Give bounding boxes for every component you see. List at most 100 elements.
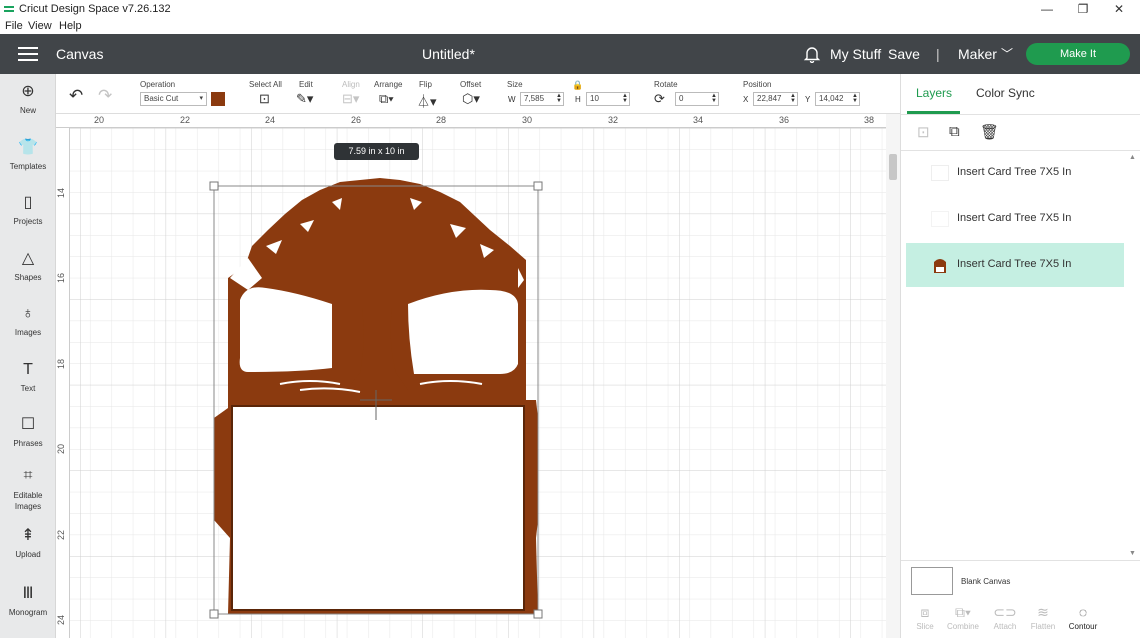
text-icon: T	[23, 361, 33, 378]
redo-icon[interactable]: ↷	[98, 86, 112, 106]
ruler-tick-label: 30	[522, 115, 533, 125]
width-value: 7,585	[524, 94, 545, 103]
slice-button[interactable]: ⧈ Slice	[905, 602, 945, 631]
edit-pen-icon[interactable]: ✎▾	[296, 91, 313, 107]
scroll-up-icon[interactable]: ▲	[1129, 154, 1136, 161]
my-stuff-link[interactable]: My Stuff	[830, 46, 881, 62]
menu-help[interactable]: Help	[59, 20, 82, 32]
sidebar-item-monogram[interactable]: Ⅲ Monogram	[0, 584, 56, 617]
ruler-tick-label: 34	[693, 115, 704, 125]
sidebar-item-text[interactable]: T Text	[0, 360, 56, 393]
stepper-icon[interactable]: ▲ ▼	[711, 93, 717, 104]
document-title: Untitled*	[422, 46, 475, 62]
y-position-input[interactable]: 14,042 ▲ ▼	[815, 92, 860, 106]
arrange-icon[interactable]: ⧉▾	[379, 91, 394, 107]
menu-file[interactable]: File	[5, 20, 23, 32]
select-all-icon[interactable]: ⊡	[259, 91, 270, 107]
sidebar-item-phrases[interactable]: ☐ Phrases	[0, 415, 56, 448]
layers-scrollbar[interactable]: ▲ ▼	[1127, 150, 1139, 560]
select-all-label: Select All	[249, 80, 282, 89]
sidebar-item-label: Upload	[15, 550, 41, 559]
slice-label: Slice	[916, 622, 934, 631]
sidebar-item-new[interactable]: ⊕ New	[0, 82, 56, 115]
ruler-tick-label: 32	[608, 115, 619, 125]
save-button[interactable]: Save	[888, 46, 920, 62]
operation-color-swatch[interactable]	[211, 92, 225, 106]
blank-canvas-swatch[interactable]	[911, 567, 953, 595]
sidebar-item-shapes[interactable]: △ Shapes	[0, 249, 56, 282]
section-title: Canvas	[56, 46, 104, 62]
flip-label: Flip	[419, 80, 432, 89]
restore-button[interactable]: ❐	[1066, 0, 1100, 20]
app-header: Canvas Untitled* My Stuff Save | Maker ﹀…	[0, 34, 1140, 74]
blank-canvas-row[interactable]: Blank Canvas	[901, 560, 1140, 600]
dropdown-arrow-icon: ▾	[199, 95, 203, 102]
duplicate-icon[interactable]: ⧉	[949, 123, 960, 140]
selection-handle[interactable]	[209, 181, 219, 191]
canvas-vertical-scrollbar[interactable]	[886, 114, 900, 638]
layer-item[interactable]: Insert Card Tree 7X5 In	[906, 151, 1124, 195]
sidebar-item-editable-images[interactable]: ⌗ Editable Images	[0, 466, 56, 512]
rotate-value: 0	[679, 94, 684, 103]
slice-icon: ⧈	[920, 604, 930, 620]
edit-toolbar: ↶ ↷ Operation Basic Cut ▾ Select All ⊡ E…	[56, 74, 900, 114]
combine-button[interactable]: ⧉▾ Combine	[943, 602, 983, 631]
layer-item[interactable]: Insert Card Tree 7X5 In	[906, 243, 1124, 287]
height-input[interactable]: 10 ▲ ▼	[586, 92, 630, 106]
width-input[interactable]: 7,585 ▲ ▼	[520, 92, 564, 106]
selection-handle[interactable]	[533, 609, 543, 619]
x-position-input[interactable]: 22,847 ▲ ▼	[753, 92, 798, 106]
lock-icon[interactable]: 🔒	[572, 80, 583, 91]
trash-icon[interactable]: 🗑	[980, 123, 999, 141]
align-icon[interactable]: ⊟▾	[342, 91, 359, 107]
make-it-button[interactable]: Make It	[1026, 43, 1130, 65]
sidebar-item-projects[interactable]: ▯ Projects	[0, 193, 56, 226]
undo-icon[interactable]: ↶	[69, 86, 83, 106]
group-icon[interactable]: ⊡	[917, 123, 930, 141]
stepper-icon[interactable]: ▲ ▼	[790, 93, 796, 104]
left-sidebar: ⊕ New 👕 Templates ▯ Projects △ Shapes ♁ …	[0, 74, 56, 638]
operation-select[interactable]: Basic Cut ▾	[140, 92, 207, 106]
stepper-icon[interactable]: ▲ ▼	[622, 93, 628, 104]
tab-color-sync[interactable]: Color Sync	[976, 86, 1035, 100]
ruler-horizontal: 20 22 24 26 28 30 32 34 36 38	[56, 114, 886, 128]
minimize-button[interactable]: —	[1030, 0, 1064, 20]
contour-button[interactable]: ◌ Contour	[1063, 602, 1103, 631]
tab-layers[interactable]: Layers	[916, 86, 952, 100]
card-insert-window	[231, 405, 525, 611]
offset-label: Offset	[460, 80, 482, 89]
hamburger-menu-icon[interactable]	[18, 47, 38, 61]
window-titlebar: Cricut Design Space v7.26.132 — ❐ ✕	[0, 0, 1140, 20]
rotate-input[interactable]: 0 ▲ ▼	[675, 92, 719, 106]
x-label: X	[743, 95, 749, 104]
layer-thumbnail	[931, 257, 949, 273]
attach-button[interactable]: ⊂⊃ Attach	[985, 602, 1025, 631]
scroll-down-icon[interactable]: ▼	[1129, 550, 1136, 557]
y-label: Y	[805, 95, 811, 104]
close-button[interactable]: ✕	[1102, 0, 1136, 20]
edit-label: Edit	[299, 80, 313, 89]
menu-view[interactable]: View	[28, 20, 52, 32]
flip-icon[interactable]: ⏃▾	[417, 91, 437, 110]
scrollbar-thumb[interactable]	[889, 154, 897, 180]
chevron-down-icon[interactable]: ﹀	[1001, 45, 1013, 62]
offset-icon[interactable]: ⬡▾	[462, 91, 480, 107]
sidebar-item-upload[interactable]: ⇞ Upload	[0, 526, 56, 559]
ruler-tick-label: 22	[56, 529, 67, 541]
stepper-icon[interactable]: ▲ ▼	[556, 93, 562, 104]
stepper-icon[interactable]: ▲ ▼	[852, 93, 858, 104]
ruler-tick-label: 28	[436, 115, 447, 125]
design-canvas[interactable]: 20 22 24 26 28 30 32 34 36 38 14 16 18 2…	[56, 114, 886, 638]
sidebar-item-label: Projects	[13, 217, 43, 226]
layer-item[interactable]: Insert Card Tree 7X5 In	[906, 197, 1124, 241]
sidebar-item-images[interactable]: ♁ Images	[0, 304, 56, 337]
sidebar-item-templates[interactable]: 👕 Templates	[0, 138, 56, 171]
y-value: 14,042	[819, 94, 844, 103]
monogram-icon: Ⅲ	[22, 585, 34, 602]
machine-select[interactable]: Maker	[958, 46, 997, 62]
bell-icon[interactable]	[803, 45, 821, 63]
flatten-button[interactable]: ≋ Flatten	[1023, 602, 1063, 631]
selection-handle[interactable]	[209, 609, 219, 619]
selection-handle[interactable]	[533, 181, 543, 191]
tree-thumbnail-icon	[934, 259, 946, 273]
